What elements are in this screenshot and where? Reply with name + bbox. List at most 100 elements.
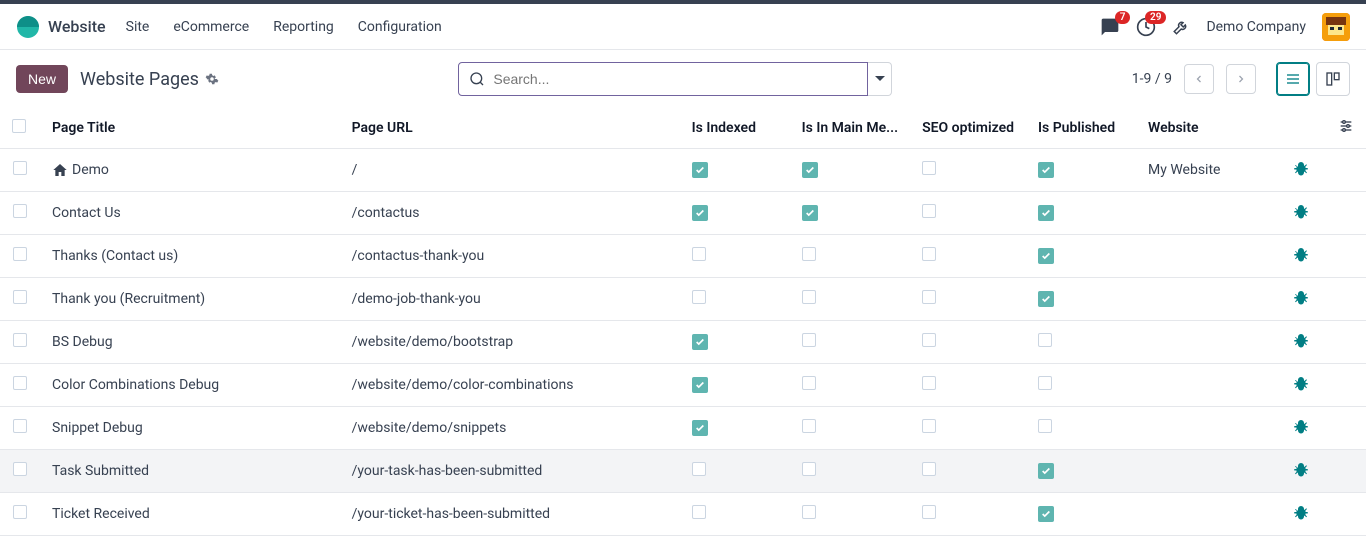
row-checkbox[interactable]	[13, 376, 27, 390]
bug-icon[interactable]	[1292, 509, 1310, 525]
unchecked-checkbox[interactable]	[1038, 376, 1052, 390]
unchecked-checkbox[interactable]	[802, 419, 816, 433]
list-view-button[interactable]	[1276, 62, 1310, 96]
new-button[interactable]: New	[16, 65, 68, 93]
unchecked-checkbox[interactable]	[922, 333, 936, 347]
checked-icon[interactable]	[802, 162, 818, 178]
col-is-published[interactable]: Is Published	[1026, 108, 1136, 149]
table-row[interactable]: Ticket Received/your-ticket-has-been-sub…	[0, 493, 1366, 536]
table-row[interactable]: Thank you (Recruitment)/demo-job-thank-y…	[0, 278, 1366, 321]
cell-website	[1136, 321, 1276, 364]
col-is-indexed[interactable]: Is Indexed	[680, 108, 790, 149]
checked-icon[interactable]	[802, 205, 818, 221]
unchecked-checkbox[interactable]	[802, 247, 816, 261]
pages-table: Page Title Page URL Is Indexed Is In Mai…	[0, 108, 1366, 536]
cell-website	[1136, 364, 1276, 407]
bug-icon[interactable]	[1292, 380, 1310, 396]
cell-url: /website/demo/color-combinations	[340, 364, 680, 407]
pager-text[interactable]: 1-9 / 9	[1132, 71, 1172, 87]
select-all-checkbox[interactable]	[12, 119, 26, 133]
unchecked-checkbox[interactable]	[922, 505, 936, 519]
row-checkbox[interactable]	[13, 419, 27, 433]
avatar[interactable]	[1322, 13, 1350, 41]
unchecked-checkbox[interactable]	[692, 462, 706, 476]
nav-item-reporting[interactable]: Reporting	[273, 19, 334, 35]
nav-item-ecommerce[interactable]: eCommerce	[173, 19, 249, 35]
checked-icon[interactable]	[1038, 506, 1054, 522]
checked-icon[interactable]	[1038, 162, 1054, 178]
table-row[interactable]: BS Debug/website/demo/bootstrap	[0, 321, 1366, 364]
row-checkbox[interactable]	[13, 204, 27, 218]
cell-published	[1026, 407, 1136, 450]
kanban-view-button[interactable]	[1316, 62, 1350, 96]
bug-icon[interactable]	[1292, 208, 1310, 224]
unchecked-checkbox[interactable]	[922, 204, 936, 218]
table-row[interactable]: Thanks (Contact us)/contactus-thank-you	[0, 235, 1366, 278]
pager-next-button[interactable]	[1226, 64, 1256, 94]
bug-icon[interactable]	[1292, 165, 1310, 181]
search-dropdown-toggle[interactable]	[868, 62, 892, 96]
table-row[interactable]: Demo/My Website	[0, 149, 1366, 192]
unchecked-checkbox[interactable]	[802, 462, 816, 476]
gear-icon[interactable]	[205, 72, 219, 86]
table-row[interactable]: Color Combinations Debug/website/demo/co…	[0, 364, 1366, 407]
col-page-url[interactable]: Page URL	[340, 108, 680, 149]
row-checkbox[interactable]	[13, 247, 27, 261]
checked-icon[interactable]	[1038, 291, 1054, 307]
unchecked-checkbox[interactable]	[1038, 333, 1052, 347]
col-seo-optimized[interactable]: SEO optimized	[910, 108, 1026, 149]
unchecked-checkbox[interactable]	[922, 419, 936, 433]
table-row[interactable]: Contact Us/contactus	[0, 192, 1366, 235]
row-checkbox[interactable]	[13, 333, 27, 347]
unchecked-checkbox[interactable]	[922, 161, 936, 175]
bug-icon[interactable]	[1292, 294, 1310, 310]
col-page-title[interactable]: Page Title	[40, 108, 340, 149]
checked-icon[interactable]	[1038, 463, 1054, 479]
nav-item-configuration[interactable]: Configuration	[358, 19, 442, 35]
unchecked-checkbox[interactable]	[922, 462, 936, 476]
messages-button[interactable]: 7	[1100, 17, 1120, 37]
tools-icon[interactable]	[1172, 18, 1190, 36]
table-row[interactable]: Snippet Debug/website/demo/snippets	[0, 407, 1366, 450]
unchecked-checkbox[interactable]	[922, 290, 936, 304]
unchecked-checkbox[interactable]	[1038, 419, 1052, 433]
nav-item-site[interactable]: Site	[126, 19, 150, 35]
cell-indexed	[680, 407, 790, 450]
row-checkbox[interactable]	[13, 290, 27, 304]
table-row[interactable]: Task Submitted/your-task-has-been-submit…	[0, 450, 1366, 493]
col-website[interactable]: Website	[1136, 108, 1276, 149]
unchecked-checkbox[interactable]	[922, 247, 936, 261]
unchecked-checkbox[interactable]	[802, 290, 816, 304]
brand[interactable]: Website	[16, 15, 106, 39]
unchecked-checkbox[interactable]	[692, 505, 706, 519]
col-is-main-menu[interactable]: Is In Main Me...	[790, 108, 910, 149]
checked-icon[interactable]	[692, 420, 708, 436]
unchecked-checkbox[interactable]	[922, 376, 936, 390]
search-input[interactable]	[493, 71, 857, 87]
checked-icon[interactable]	[692, 377, 708, 393]
unchecked-checkbox[interactable]	[802, 333, 816, 347]
row-checkbox[interactable]	[13, 505, 27, 519]
bug-icon[interactable]	[1292, 337, 1310, 353]
unchecked-checkbox[interactable]	[802, 376, 816, 390]
search-box[interactable]	[458, 62, 868, 96]
company-name[interactable]: Demo Company	[1206, 19, 1306, 35]
checked-icon[interactable]	[1038, 248, 1054, 264]
activities-button[interactable]: 29	[1136, 17, 1156, 37]
optional-fields-icon[interactable]	[1338, 118, 1354, 134]
unchecked-checkbox[interactable]	[692, 290, 706, 304]
checked-icon[interactable]	[692, 205, 708, 221]
checked-icon[interactable]	[1038, 205, 1054, 221]
bug-icon[interactable]	[1292, 466, 1310, 482]
unchecked-checkbox[interactable]	[692, 247, 706, 261]
row-checkbox[interactable]	[13, 462, 27, 476]
bug-icon[interactable]	[1292, 251, 1310, 267]
checked-icon[interactable]	[692, 334, 708, 350]
row-checkbox[interactable]	[13, 161, 27, 175]
unchecked-checkbox[interactable]	[802, 505, 816, 519]
search-icon	[469, 71, 485, 87]
bug-icon[interactable]	[1292, 423, 1310, 439]
pager-prev-button[interactable]	[1184, 64, 1214, 94]
checked-icon[interactable]	[692, 162, 708, 178]
cell-title: Task Submitted	[40, 450, 340, 493]
